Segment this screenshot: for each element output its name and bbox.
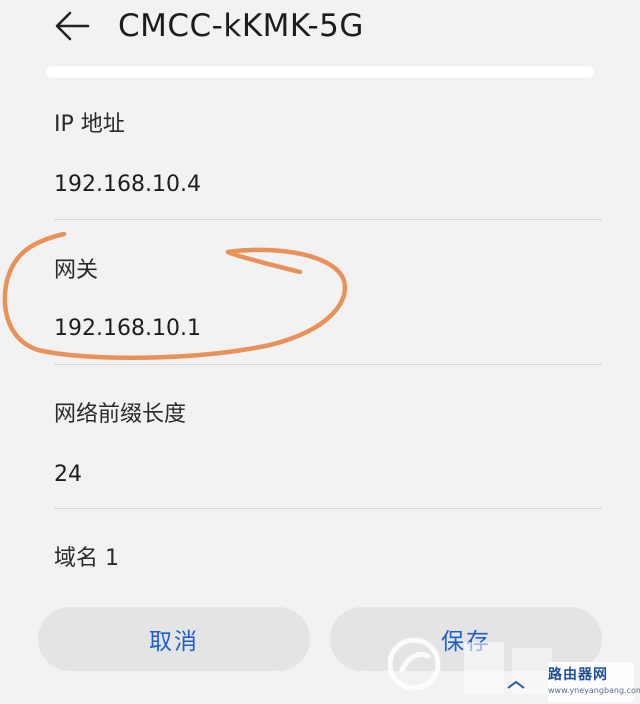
- divider: [54, 508, 602, 509]
- prefix-length-field[interactable]: 24: [54, 462, 82, 487]
- divider: [54, 219, 602, 220]
- ip-address-label: IP 地址: [54, 112, 125, 137]
- domain-1-label: 域名 1: [54, 546, 119, 571]
- ip-address-field[interactable]: 192.168.10.4: [54, 172, 201, 197]
- card-top-edge: [46, 66, 594, 78]
- gateway-label: 网关: [54, 258, 99, 283]
- watermark-brand: 路由器网: [548, 667, 608, 683]
- back-button[interactable]: [52, 8, 92, 44]
- page-title: CMCC-kKMK-5G: [118, 8, 364, 44]
- divider: [54, 364, 602, 365]
- save-button[interactable]: 保存: [330, 607, 602, 671]
- gateway-field[interactable]: 192.168.10.1: [54, 316, 201, 341]
- prefix-length-label: 网络前缀长度: [54, 402, 187, 427]
- app-header: CMCC-kKMK-5G: [0, 0, 640, 60]
- arrow-left-icon: [55, 11, 90, 41]
- watermark-url: www.yneyangbang.com: [548, 686, 640, 695]
- cancel-button[interactable]: 取消: [38, 607, 310, 671]
